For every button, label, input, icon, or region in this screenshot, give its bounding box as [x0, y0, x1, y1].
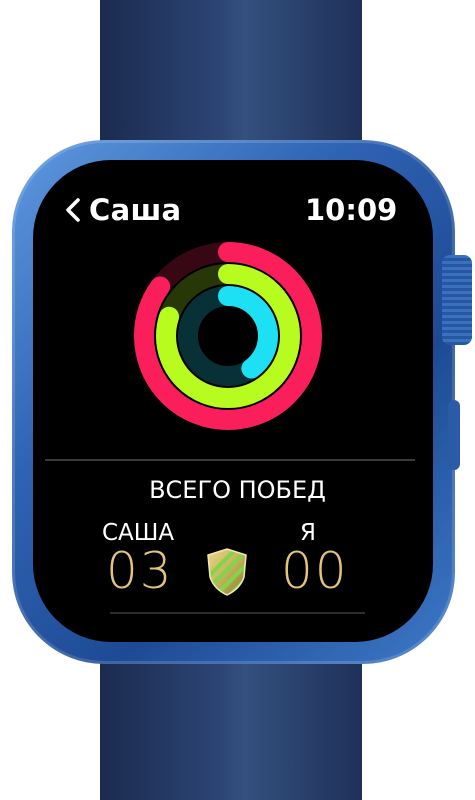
digital-crown[interactable]: [442, 255, 472, 345]
section-divider: [45, 459, 415, 461]
clock-time: 10:09: [305, 193, 398, 227]
total-wins-title: ВСЕГО ПОБЕД: [149, 476, 326, 504]
watch-product-image: Саша 10:09 ВСЕГО ПОБЕД САША Я 03 00: [0, 0, 475, 800]
competitor-right-score: 00: [281, 542, 349, 600]
activity-rings: [134, 242, 322, 430]
chevron-left-icon[interactable]: [64, 197, 82, 223]
side-button[interactable]: [448, 400, 460, 470]
bottom-divider: [110, 612, 365, 614]
back-button-label[interactable]: Саша: [89, 193, 181, 227]
competitor-left-score: 03: [106, 542, 174, 600]
award-badge-icon: [207, 548, 247, 596]
